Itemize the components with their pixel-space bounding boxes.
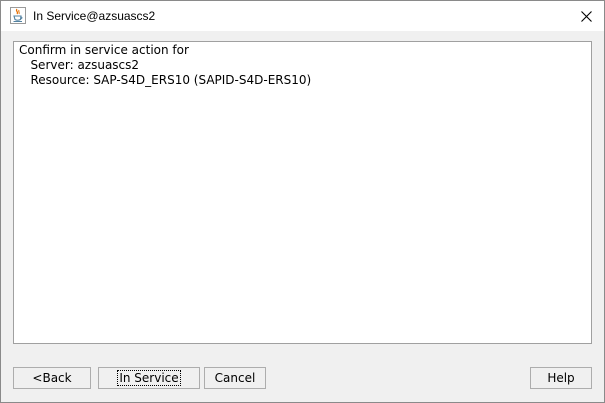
message-panel[interactable]: Confirm in service action for Server: az… (13, 41, 592, 344)
help-button[interactable]: Help (530, 367, 592, 389)
cancel-button[interactable]: Cancel (204, 367, 266, 389)
java-cup-icon (10, 7, 26, 24)
message-line-server: Server: azsuascs2 (19, 58, 140, 72)
back-button[interactable]: <Back (13, 367, 91, 389)
close-button[interactable] (569, 1, 604, 31)
in-service-button-label: In Service (117, 370, 181, 386)
window-title: In Service@azsuascs2 (33, 9, 156, 23)
in-service-button[interactable]: In Service (98, 367, 200, 389)
message-line-1: Confirm in service action for (19, 43, 189, 57)
confirmation-message: Confirm in service action for Server: az… (19, 43, 311, 88)
close-icon (581, 10, 592, 22)
dialog-window: In Service@azsuascs2 Confirm in service … (0, 0, 605, 403)
message-line-resource: Resource: SAP-S4D_ERS10 (SAPID-S4D-ERS10… (19, 73, 312, 87)
title-bar[interactable]: In Service@azsuascs2 (1, 1, 604, 31)
